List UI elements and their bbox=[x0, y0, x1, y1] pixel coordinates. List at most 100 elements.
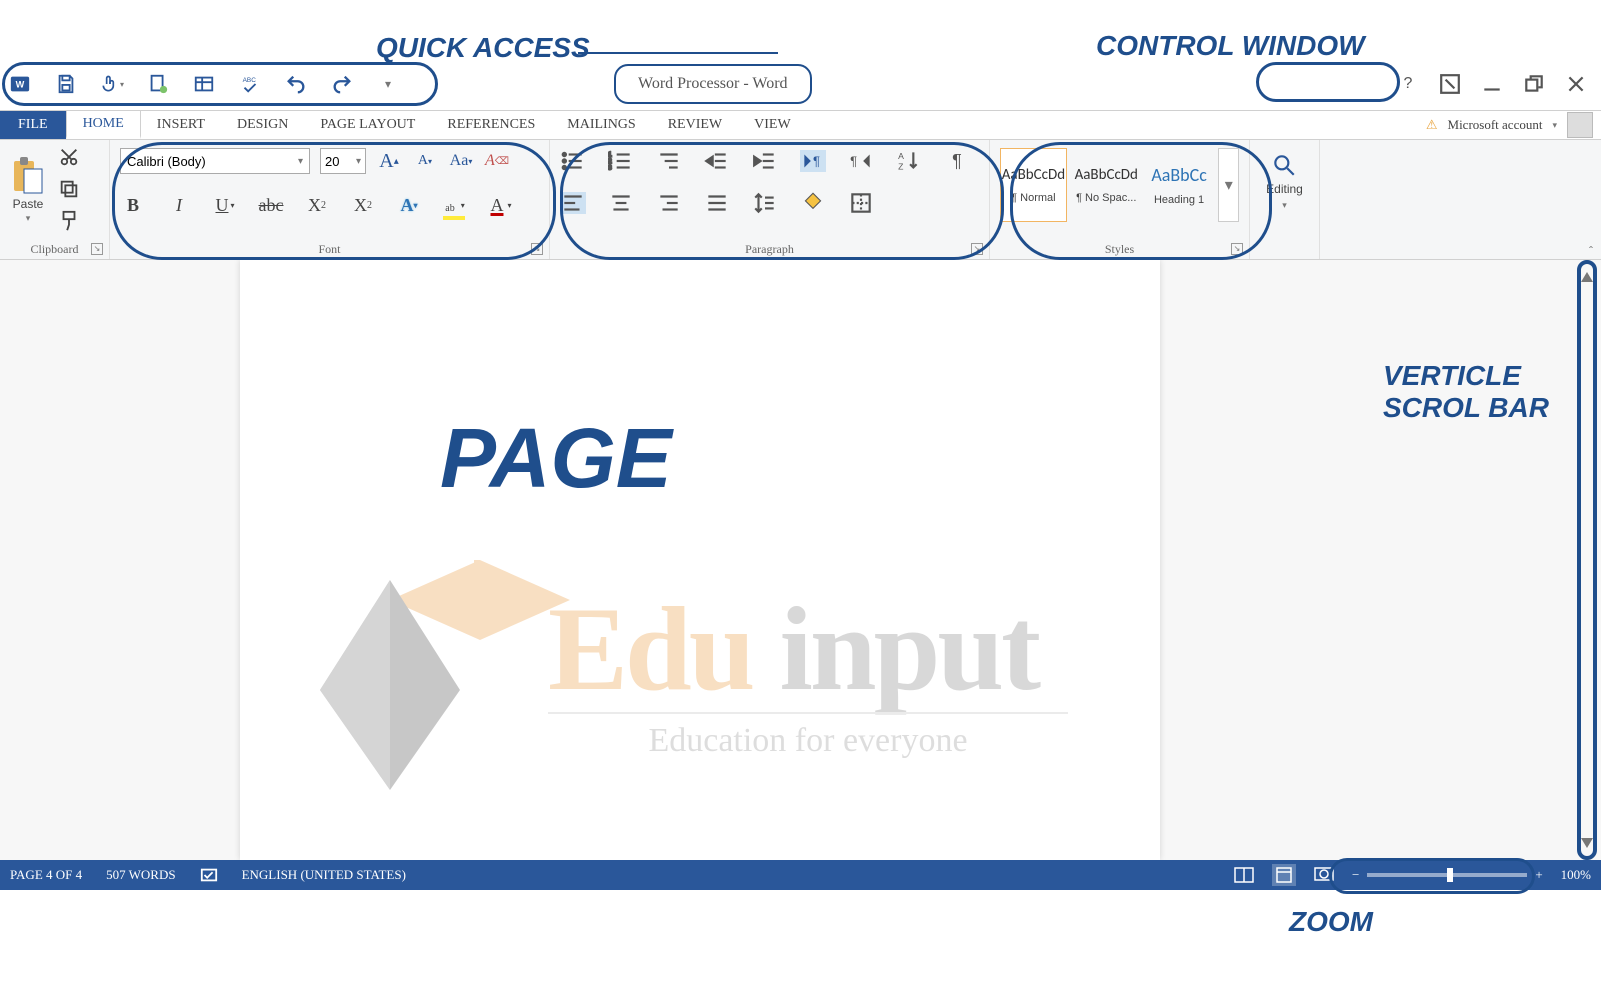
scroll-down-icon[interactable] bbox=[1581, 838, 1593, 850]
font-launcher[interactable]: ↘ bbox=[531, 243, 543, 255]
italic-icon[interactable]: I bbox=[166, 194, 192, 216]
chevron-down-icon: ▾ bbox=[298, 156, 303, 167]
copy-icon[interactable] bbox=[58, 178, 80, 200]
bold-icon[interactable]: B bbox=[120, 194, 146, 216]
new-doc-icon[interactable] bbox=[146, 72, 170, 96]
pilcrow-icon[interactable]: ¶ bbox=[944, 150, 970, 172]
restore-icon[interactable] bbox=[1523, 73, 1545, 95]
group-clipboard: Paste ▾ Clipboard ↘ bbox=[0, 140, 110, 259]
minimize-icon[interactable] bbox=[1481, 73, 1503, 95]
styles-launcher[interactable]: ↘ bbox=[1231, 243, 1243, 255]
style-normal[interactable]: AaBbCcDd ¶ Normal bbox=[1000, 148, 1067, 222]
status-words[interactable]: 507 WORDS bbox=[106, 867, 175, 883]
view-web-icon[interactable] bbox=[1314, 867, 1334, 883]
text-effects-icon[interactable]: A▾ bbox=[396, 194, 422, 216]
view-print-icon[interactable] bbox=[1272, 864, 1296, 886]
indent-icon[interactable] bbox=[752, 150, 778, 172]
paste-button[interactable]: Paste ▾ bbox=[10, 146, 46, 232]
style-no-spacing[interactable]: AaBbCcDd ¶ No Spac... bbox=[1073, 148, 1140, 222]
redo-icon[interactable] bbox=[330, 72, 354, 96]
line-quick-access bbox=[578, 52, 778, 54]
style-name: Heading 1 bbox=[1154, 194, 1204, 206]
numbering-icon[interactable]: 123 bbox=[608, 150, 634, 172]
bullets-icon[interactable] bbox=[560, 150, 586, 172]
warning-icon: ⚠ bbox=[1426, 117, 1438, 133]
status-proof-icon[interactable] bbox=[200, 866, 218, 884]
svg-text:3: 3 bbox=[608, 165, 612, 172]
account-area[interactable]: ⚠ Microsoft account ▾ bbox=[1426, 111, 1601, 139]
line-spacing-icon[interactable] bbox=[752, 192, 778, 214]
zoom-in-icon[interactable]: + bbox=[1535, 867, 1542, 883]
borders-icon[interactable] bbox=[848, 192, 874, 214]
collapse-ribbon-icon[interactable]: ˆ bbox=[1589, 244, 1593, 258]
sort-icon[interactable]: AZ bbox=[896, 150, 922, 172]
strike-icon[interactable]: abc bbox=[258, 194, 284, 216]
font-family-combo[interactable]: Calibri (Body) ▾ bbox=[120, 148, 310, 174]
tab-mailings[interactable]: MAILINGS bbox=[551, 111, 651, 139]
highlight-icon[interactable]: ab▾ bbox=[442, 194, 468, 216]
font-family-value: Calibri (Body) bbox=[127, 154, 206, 169]
label-quick-access: QUICK ACCESS bbox=[376, 32, 590, 64]
qat-customize-icon[interactable]: ▾ bbox=[376, 72, 400, 96]
find-button[interactable]: Editing ▾ bbox=[1266, 152, 1303, 211]
tab-references[interactable]: REFERENCES bbox=[431, 111, 551, 139]
app-icon[interactable]: W bbox=[8, 72, 32, 96]
style-heading1[interactable]: AaBbCc Heading 1 bbox=[1146, 148, 1213, 222]
align-left-icon[interactable] bbox=[560, 192, 586, 214]
font-color-icon[interactable]: A▾ bbox=[488, 194, 514, 216]
font-size-value: 20 bbox=[325, 154, 339, 169]
ltr-icon[interactable]: ¶ bbox=[800, 150, 826, 172]
superscript-icon[interactable]: X2 bbox=[350, 194, 376, 216]
format-painter-icon[interactable] bbox=[58, 210, 80, 232]
subscript-icon[interactable]: X2 bbox=[304, 194, 330, 216]
multilevel-icon[interactable] bbox=[656, 150, 682, 172]
tab-view[interactable]: VIEW bbox=[738, 111, 807, 139]
window-title: Word Processor - Word bbox=[614, 64, 812, 104]
zoom-out-icon[interactable]: − bbox=[1352, 867, 1359, 883]
paragraph-launcher[interactable]: ↘ bbox=[971, 243, 983, 255]
clear-format-icon[interactable]: A⌫ bbox=[484, 148, 510, 174]
svg-text:Z: Z bbox=[898, 162, 904, 172]
window-controls: ? bbox=[1389, 64, 1595, 104]
justify-icon[interactable] bbox=[704, 192, 730, 214]
cut-icon[interactable] bbox=[58, 146, 80, 168]
change-case-icon[interactable]: Aa▾ bbox=[448, 148, 474, 174]
close-icon[interactable] bbox=[1565, 73, 1587, 95]
tab-review[interactable]: REVIEW bbox=[652, 111, 738, 139]
label-control-window: CONTROL WINDOW bbox=[1096, 30, 1365, 62]
zoom-pct[interactable]: 100% bbox=[1561, 867, 1591, 883]
zoom-track[interactable] bbox=[1367, 873, 1527, 877]
undo-icon[interactable] bbox=[284, 72, 308, 96]
view-read-icon[interactable] bbox=[1234, 867, 1254, 883]
zoom-thumb[interactable] bbox=[1447, 868, 1453, 882]
clipboard-launcher[interactable]: ↘ bbox=[91, 243, 103, 255]
shading-icon[interactable] bbox=[800, 192, 826, 214]
svg-text:ABC: ABC bbox=[243, 77, 257, 84]
status-page[interactable]: PAGE 4 OF 4 bbox=[10, 867, 82, 883]
font-size-combo[interactable]: 20▾ bbox=[320, 148, 366, 174]
touch-mode-icon[interactable]: ▾ bbox=[100, 72, 124, 96]
outdent-icon[interactable] bbox=[704, 150, 730, 172]
status-lang[interactable]: ENGLISH (UNITED STATES) bbox=[242, 867, 406, 883]
underline-icon[interactable]: U▾ bbox=[212, 194, 238, 216]
align-right-icon[interactable] bbox=[656, 192, 682, 214]
spellcheck-icon[interactable]: ABC bbox=[238, 72, 262, 96]
help-icon[interactable]: ? bbox=[1397, 73, 1419, 95]
grow-font-icon[interactable]: A▴ bbox=[376, 148, 402, 174]
save-icon[interactable] bbox=[54, 72, 78, 96]
shrink-font-icon[interactable]: A▾ bbox=[412, 148, 438, 174]
zoom-slider[interactable]: − + bbox=[1352, 867, 1543, 883]
tab-page-layout[interactable]: PAGE LAYOUT bbox=[304, 111, 431, 139]
page[interactable] bbox=[240, 260, 1160, 860]
rtl-icon[interactable]: ¶ bbox=[848, 150, 874, 172]
tab-file[interactable]: FILE bbox=[0, 111, 66, 139]
insert-table-icon[interactable] bbox=[192, 72, 216, 96]
vertical-scrollbar[interactable] bbox=[1577, 260, 1597, 860]
tab-insert[interactable]: INSERT bbox=[141, 111, 221, 139]
tab-home[interactable]: HOME bbox=[66, 111, 141, 139]
align-center-icon[interactable] bbox=[608, 192, 634, 214]
scroll-up-icon[interactable] bbox=[1581, 270, 1593, 282]
ribbon-display-icon[interactable] bbox=[1439, 73, 1461, 95]
styles-more-icon[interactable]: ▾ bbox=[1218, 148, 1239, 222]
tab-design[interactable]: DESIGN bbox=[221, 111, 304, 139]
